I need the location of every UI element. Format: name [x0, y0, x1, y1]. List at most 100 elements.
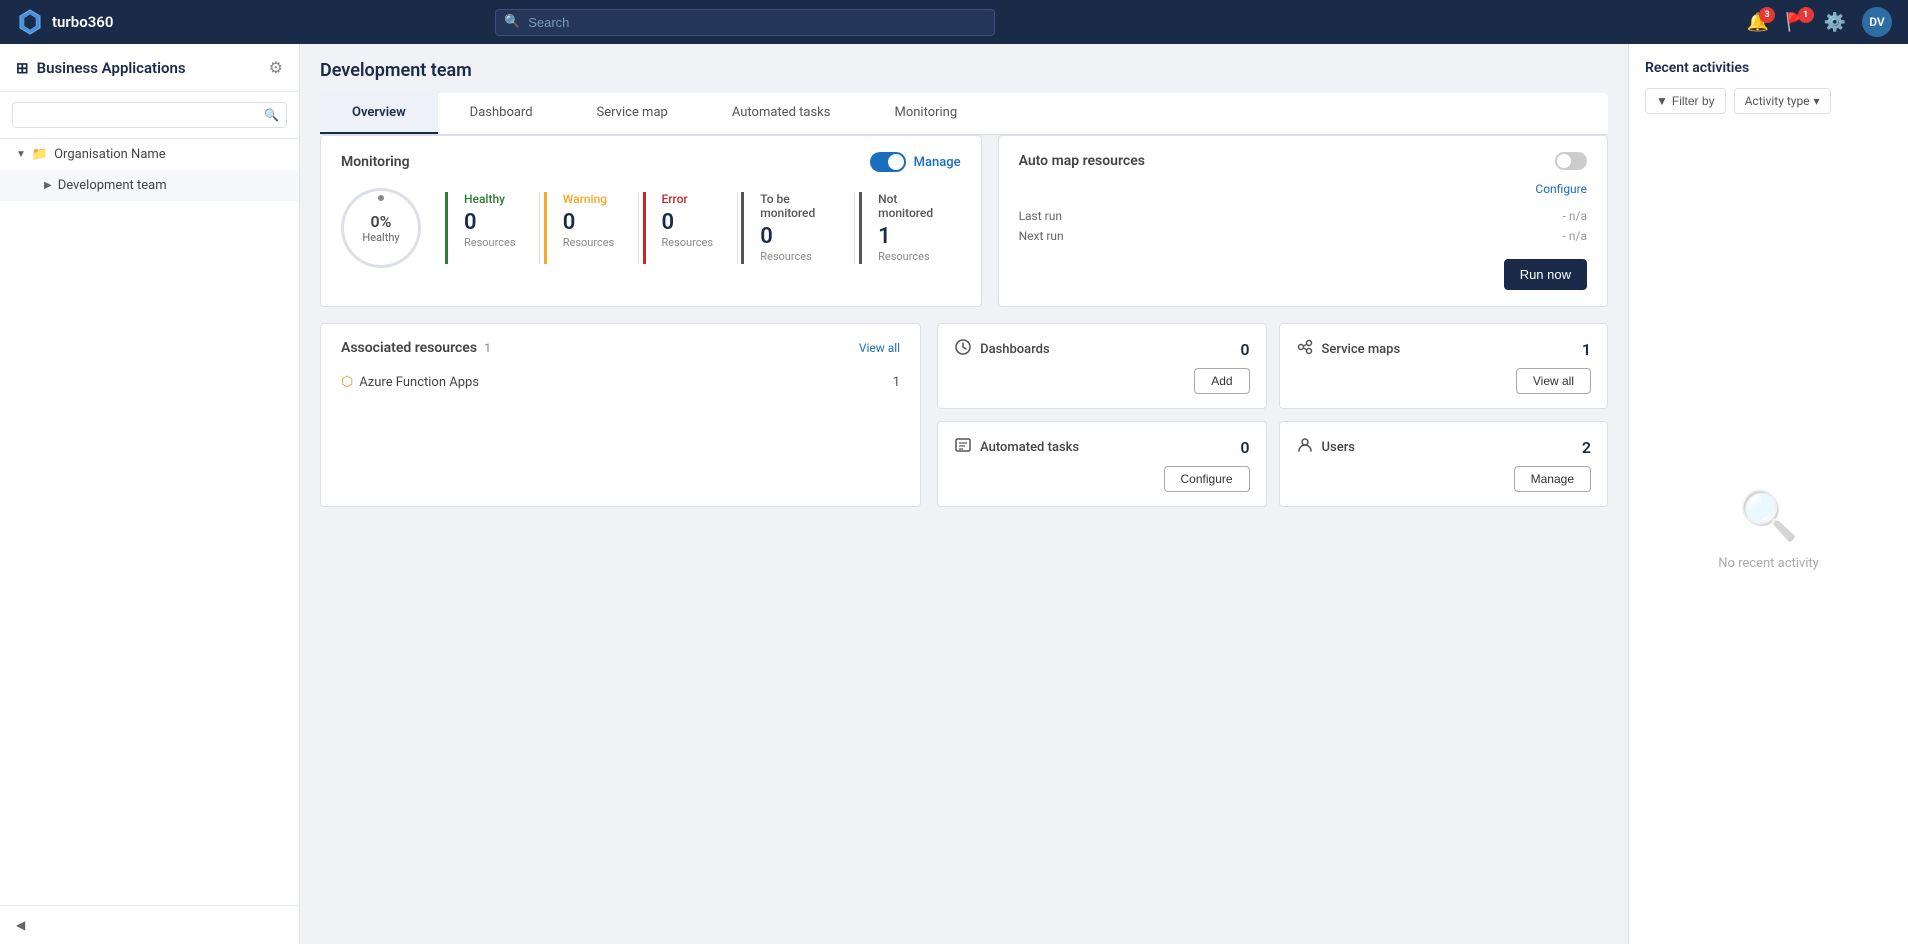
logo-area[interactable]: turbo360 — [16, 8, 113, 36]
automated-tasks-count: 0 — [1240, 438, 1249, 457]
tab-monitoring[interactable]: Monitoring — [862, 93, 989, 134]
last-run-row: Last run - n/a — [1019, 209, 1587, 223]
automated-tasks-card-left: Automated tasks — [954, 436, 1079, 458]
run-now-button[interactable]: Run now — [1504, 259, 1587, 290]
automap-title: Auto map resources — [1019, 153, 1145, 169]
chevron-right-icon: ▶ — [44, 180, 52, 191]
assoc-view-all-link[interactable]: View all — [859, 341, 900, 355]
service-maps-title: Service maps — [1322, 342, 1401, 357]
service-maps-card-left: Service maps — [1296, 338, 1401, 360]
org-tree-item[interactable]: ▼ 📁 Organisation Name — [0, 139, 299, 170]
tab-dashboard[interactable]: Dashboard — [438, 93, 565, 134]
chevron-left-icon: ◀ — [16, 918, 25, 932]
filter-icon: ▼ — [1656, 94, 1668, 108]
tab-service-map[interactable]: Service map — [565, 93, 700, 134]
stat-warning-label: Warning — [563, 192, 610, 206]
monitoring-card-header: Monitoring Manage — [341, 152, 961, 172]
assoc-item-value: 1 — [893, 375, 900, 390]
main-content: Development team Overview Dashboard Serv… — [300, 44, 1628, 944]
stat-not-monitored-label: Not monitored — [878, 192, 936, 220]
monitoring-toggle[interactable] — [870, 152, 906, 172]
stat-healthy: Healthy 0 Resources — [445, 192, 535, 264]
app-layout: ⊞ Business Applications ⚙ 🔍 ▼ 📁 Organisa… — [0, 0, 1908, 944]
avatar-label: DV — [1869, 15, 1884, 29]
sidebar-search-area: 🔍 — [0, 92, 299, 139]
logo-icon — [16, 8, 44, 36]
stat-warning-value: 0 — [563, 210, 610, 235]
content-area: Monitoring Manage 0% Healthy — [300, 135, 1628, 527]
filter-by-button[interactable]: ▼ Filter by — [1645, 88, 1726, 114]
stat-error-label: Error — [662, 192, 709, 206]
users-icon — [1296, 436, 1314, 458]
health-circle: 0% Healthy — [341, 188, 421, 268]
assoc-count: 1 — [484, 341, 491, 355]
sidebar-item-development-team[interactable]: ▶ Development team — [0, 170, 299, 201]
sidebar: ⊞ Business Applications ⚙ 🔍 ▼ 📁 Organisa… — [0, 44, 300, 944]
stat-healthy-value: 0 — [464, 210, 511, 235]
users-card: Users 2 Manage — [1279, 421, 1608, 507]
assoc-item: ⬡ Azure Function Apps 1 — [341, 368, 900, 396]
users-manage-button[interactable]: Manage — [1514, 466, 1591, 492]
stat-divider-2 — [638, 192, 639, 264]
service-maps-card: Service maps 1 View all — [1279, 323, 1608, 409]
configure-link[interactable]: Configure — [1535, 182, 1587, 196]
page-header: Development team Overview Dashboard Serv… — [300, 44, 1628, 135]
users-card-header: Users 2 — [1296, 436, 1591, 458]
monitoring-card: Monitoring Manage 0% Healthy — [320, 135, 982, 307]
stat-to-be-monitored: To be monitored 0 Resources — [741, 192, 850, 264]
collapse-sidebar-button[interactable]: ◀ — [16, 918, 25, 932]
configure-link-area: Configure — [1019, 182, 1587, 197]
sidebar-search-icon: 🔍 — [264, 108, 279, 122]
next-run-label: Next run — [1019, 229, 1064, 243]
activity-type-select[interactable]: Activity type ▾ — [1734, 88, 1831, 114]
service-maps-count: 1 — [1582, 340, 1591, 359]
stat-not-monitored-value: 1 — [878, 224, 936, 249]
automated-tasks-configure-button[interactable]: Configure — [1164, 466, 1250, 492]
sidebar-search-input[interactable] — [12, 102, 287, 128]
sidebar-item-label: Development team — [58, 178, 167, 193]
next-run-row: Next run - n/a — [1019, 229, 1587, 243]
manage-toggle[interactable]: Manage — [870, 152, 961, 172]
stat-not-monitored: Not monitored 1 Resources — [859, 192, 960, 264]
nav-icons: 🔔 3 🚩 1 ⚙️ DV — [1747, 7, 1892, 37]
dashboards-card-header: Dashboards 0 — [954, 338, 1249, 360]
manage-label: Manage — [914, 155, 961, 170]
alerts-button[interactable]: 🚩 1 — [1785, 12, 1807, 33]
last-run-value: - n/a — [1563, 209, 1587, 223]
stat-healthy-sub: Resources — [464, 236, 516, 249]
automap-header: Auto map resources — [1019, 152, 1587, 170]
recent-activities-panel: Recent activities ▼ Filter by Activity t… — [1628, 44, 1908, 944]
service-maps-card-header: Service maps 1 — [1296, 338, 1591, 360]
tab-automated-tasks[interactable]: Automated tasks — [700, 93, 863, 134]
stat-divider-3 — [737, 192, 738, 264]
dashboards-card: Dashboards 0 Add — [937, 323, 1266, 409]
settings-button[interactable]: ⚙️ — [1824, 12, 1846, 33]
stat-monitored-label: To be monitored — [760, 192, 826, 220]
search-bar: 🔍 — [495, 9, 995, 36]
assoc-title: Associated resources — [341, 340, 477, 356]
stat-error: Error 0 Resources — [643, 192, 733, 264]
users-title: Users — [1322, 440, 1355, 455]
avatar-button[interactable]: DV — [1862, 7, 1892, 37]
automap-toggle[interactable] — [1555, 152, 1587, 170]
tab-overview[interactable]: Overview — [320, 93, 438, 134]
sidebar-settings-icon[interactable]: ⚙ — [269, 58, 283, 77]
chevron-down-icon: ▼ — [16, 149, 26, 160]
assoc-header: Associated resources 1 View all — [341, 340, 900, 356]
service-maps-view-all-button[interactable]: View all — [1516, 368, 1591, 394]
top-content-row: Monitoring Manage 0% Healthy — [320, 135, 1608, 307]
stat-group: Healthy 0 Resources Warning 0 Resources — [445, 192, 961, 264]
folder-icon: 📁 — [32, 147, 48, 162]
search-input[interactable] — [495, 9, 995, 36]
health-percent: 0% — [371, 212, 392, 231]
azure-function-icon: ⬡ — [341, 374, 353, 390]
associated-resources-card: Associated resources 1 View all ⬡ Azure … — [320, 323, 921, 507]
health-label: Healthy — [362, 231, 399, 244]
notifications-button[interactable]: 🔔 3 — [1747, 12, 1769, 33]
automated-tasks-card-header: Automated tasks 0 — [954, 436, 1249, 458]
tabs-navigation: Overview Dashboard Service map Automated… — [320, 93, 1608, 135]
dashboards-add-button[interactable]: Add — [1194, 368, 1249, 394]
automated-tasks-icon — [954, 436, 972, 458]
stat-warning: Warning 0 Resources — [544, 192, 634, 264]
org-name-label: Organisation Name — [54, 147, 166, 162]
